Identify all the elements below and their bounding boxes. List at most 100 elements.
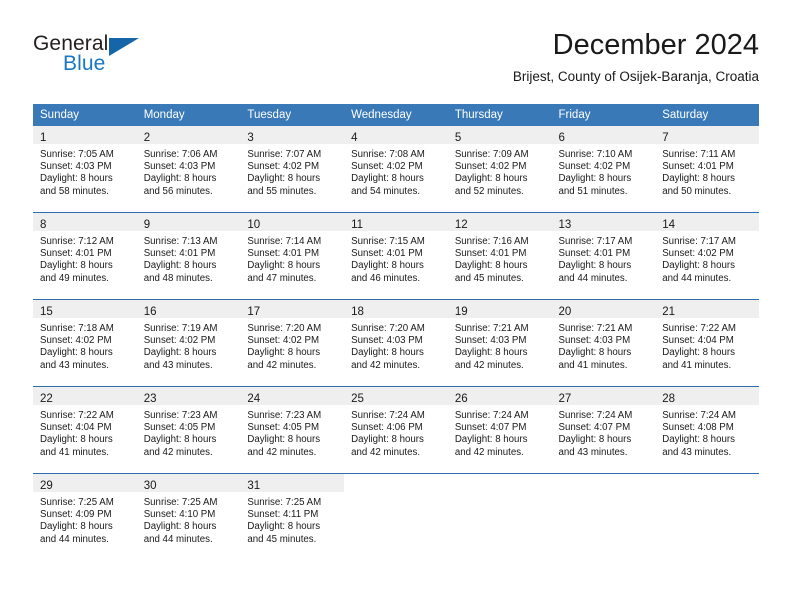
calendar-day-cell[interactable]: 8 Sunrise: 7:12 AM Sunset: 4:01 PM Dayli… (33, 212, 137, 300)
daylight-text-line1: Daylight: 8 hours (40, 347, 113, 359)
daylight-text-line2: and 58 minutes. (40, 185, 109, 197)
sunset-text: Sunset: 4:02 PM (351, 161, 423, 173)
calendar-day-cell[interactable]: 18 Sunrise: 7:20 AM Sunset: 4:03 PM Dayl… (344, 299, 448, 387)
day-number: 20 (558, 306, 572, 318)
sunset-text: Sunset: 4:04 PM (662, 335, 734, 347)
calendar-day-cell[interactable]: 21 Sunrise: 7:22 AM Sunset: 4:04 PM Dayl… (655, 299, 759, 387)
calendar-day-cell[interactable]: 15 Sunrise: 7:18 AM Sunset: 4:02 PM Dayl… (33, 299, 137, 387)
day-info: Sunrise: 7:20 AM Sunset: 4:03 PM Dayligh… (344, 318, 448, 372)
sunset-text: Sunset: 4:02 PM (40, 335, 112, 347)
sunrise-text: Sunrise: 7:23 AM (143, 410, 218, 421)
day-info: Sunrise: 7:24 AM Sunset: 4:07 PM Dayligh… (552, 405, 656, 459)
sunrise-text: Sunrise: 7:18 AM (40, 323, 114, 334)
calendar-day-cell[interactable]: 19 Sunrise: 7:21 AM Sunset: 4:03 PM Dayl… (447, 299, 552, 387)
calendar-day-cell[interactable]: 6 Sunrise: 7:10 AM Sunset: 4:02 PM Dayli… (551, 126, 656, 213)
calendar-day-cell[interactable]: 5 Sunrise: 7:09 AM Sunset: 4:02 PM Dayli… (447, 126, 552, 213)
day-number: 30 (143, 480, 157, 492)
daylight-text-line2: and 42 minutes. (247, 446, 317, 458)
calendar-day-cell[interactable]: 29 Sunrise: 7:25 AM Sunset: 4:09 PM Dayl… (33, 473, 137, 560)
daylight-text-line2: and 46 minutes. (351, 272, 421, 284)
daylight-text-line1: Daylight: 8 hours (143, 347, 217, 359)
daylight-text-line2: and 43 minutes. (662, 446, 732, 458)
day-info: Sunrise: 7:20 AM Sunset: 4:02 PM Dayligh… (240, 318, 344, 372)
daylight-text-line2: and 44 minutes. (40, 533, 109, 545)
day-number: 28 (662, 393, 676, 405)
daylight-text-line1: Daylight: 8 hours (351, 173, 424, 185)
daylight-text-line1: Daylight: 8 hours (40, 173, 113, 185)
day-info: Sunrise: 7:19 AM Sunset: 4:02 PM Dayligh… (137, 318, 241, 372)
calendar-day-cell[interactable]: 17 Sunrise: 7:20 AM Sunset: 4:02 PM Dayl… (240, 299, 345, 387)
sunrise-text: Sunrise: 7:24 AM (351, 410, 425, 421)
calendar-day-cell[interactable]: 31 Sunrise: 7:25 AM Sunset: 4:11 PM Dayl… (240, 473, 345, 560)
calendar-day-cell[interactable]: 3 Sunrise: 7:07 AM Sunset: 4:02 PM Dayli… (240, 126, 345, 213)
daylight-text-line2: and 55 minutes. (247, 185, 317, 197)
day-number: 11 (351, 219, 364, 231)
day-number: 29 (40, 480, 53, 492)
sunrise-text: Sunrise: 7:10 AM (558, 149, 633, 160)
day-number: 16 (143, 306, 157, 318)
daylight-text-line2: and 50 minutes. (662, 185, 732, 197)
sunset-text: Sunset: 4:03 PM (351, 335, 423, 347)
daylight-text-line1: Daylight: 8 hours (454, 347, 528, 359)
daylight-text-line1: Daylight: 8 hours (247, 521, 321, 533)
calendar-day-cell[interactable]: 22 Sunrise: 7:22 AM Sunset: 4:04 PM Dayl… (33, 386, 137, 474)
weekday-header-friday: Friday (551, 104, 656, 126)
calendar-day-cell[interactable]: 7 Sunrise: 7:11 AM Sunset: 4:01 PM Dayli… (655, 126, 759, 213)
week-row: 29 Sunrise: 7:25 AM Sunset: 4:09 PM Dayl… (33, 473, 759, 560)
sunset-text: Sunset: 4:10 PM (143, 509, 216, 521)
calendar-day-cell[interactable]: 11 Sunrise: 7:15 AM Sunset: 4:01 PM Dayl… (344, 212, 448, 300)
calendar-day-cell[interactable]: 4 Sunrise: 7:08 AM Sunset: 4:02 PM Dayli… (344, 126, 448, 213)
calendar-day-cell[interactable]: 10 Sunrise: 7:14 AM Sunset: 4:01 PM Dayl… (240, 212, 345, 300)
calendar-day-cell[interactable]: 13 Sunrise: 7:17 AM Sunset: 4:01 PM Dayl… (551, 212, 656, 300)
weekday-header-sunday: Sunday (33, 104, 137, 126)
sunrise-text: Sunrise: 7:05 AM (40, 149, 114, 160)
brand-logo[interactable]: General Blue (33, 32, 273, 88)
calendar-day-cell[interactable]: 24 Sunrise: 7:23 AM Sunset: 4:05 PM Dayl… (240, 386, 345, 474)
daylight-text-line2: and 45 minutes. (247, 533, 317, 545)
day-number: 31 (247, 480, 261, 492)
calendar-day-cell[interactable]: 2 Sunrise: 7:06 AM Sunset: 4:03 PM Dayli… (136, 126, 241, 213)
calendar-day-cell[interactable]: 25 Sunrise: 7:24 AM Sunset: 4:06 PM Dayl… (344, 386, 448, 474)
calendar-day-cell[interactable]: 12 Sunrise: 7:16 AM Sunset: 4:01 PM Dayl… (447, 212, 552, 300)
sunset-text: Sunset: 4:06 PM (351, 422, 423, 434)
day-number: 24 (247, 393, 261, 405)
day-info: Sunrise: 7:18 AM Sunset: 4:02 PM Dayligh… (33, 318, 137, 372)
day-number: 7 (662, 132, 669, 144)
calendar-day-cell[interactable]: 30 Sunrise: 7:25 AM Sunset: 4:10 PM Dayl… (136, 473, 241, 560)
day-info: Sunrise: 7:12 AM Sunset: 4:01 PM Dayligh… (33, 231, 137, 285)
weekday-header-row: Sunday Monday Tuesday Wednesday Thursday… (33, 104, 759, 126)
sunrise-text: Sunrise: 7:14 AM (247, 236, 322, 247)
sunset-text: Sunset: 4:11 PM (247, 509, 319, 521)
sunset-text: Sunset: 4:02 PM (454, 161, 527, 173)
day-info: Sunrise: 7:17 AM Sunset: 4:01 PM Dayligh… (552, 231, 656, 285)
day-number: 1 (40, 132, 47, 144)
daylight-text-line1: Daylight: 8 hours (454, 260, 528, 272)
sunrise-text: Sunrise: 7:22 AM (662, 323, 736, 334)
sunrise-text: Sunrise: 7:20 AM (247, 323, 322, 334)
daylight-text-line2: and 56 minutes. (143, 185, 213, 197)
calendar-day-cell[interactable]: 14 Sunrise: 7:17 AM Sunset: 4:02 PM Dayl… (655, 212, 759, 300)
day-number: 2 (143, 132, 151, 144)
calendar-day-cell[interactable]: 16 Sunrise: 7:19 AM Sunset: 4:02 PM Dayl… (136, 299, 241, 387)
weekday-header-tuesday: Tuesday (240, 104, 345, 126)
calendar-day-cell[interactable]: 23 Sunrise: 7:23 AM Sunset: 4:05 PM Dayl… (136, 386, 241, 474)
calendar-day-cell[interactable]: 20 Sunrise: 7:21 AM Sunset: 4:03 PM Dayl… (551, 299, 656, 387)
calendar-day-cell[interactable]: 9 Sunrise: 7:13 AM Sunset: 4:01 PM Dayli… (136, 212, 241, 300)
sunset-text: Sunset: 4:07 PM (454, 422, 527, 434)
day-info: Sunrise: 7:25 AM Sunset: 4:10 PM Dayligh… (137, 492, 241, 546)
daylight-text-line2: and 42 minutes. (351, 446, 421, 458)
day-number: 27 (558, 393, 572, 405)
daylight-text-line1: Daylight: 8 hours (662, 347, 735, 359)
daylight-text-line1: Daylight: 8 hours (247, 260, 321, 272)
calendar-day-cell[interactable]: 26 Sunrise: 7:24 AM Sunset: 4:07 PM Dayl… (447, 386, 552, 474)
sunrise-text: Sunrise: 7:19 AM (143, 323, 218, 334)
weekday-header-thursday: Thursday (447, 104, 552, 126)
day-number: 17 (247, 306, 261, 318)
daylight-text-line2: and 41 minutes. (662, 359, 732, 371)
calendar-day-cell[interactable]: 27 Sunrise: 7:24 AM Sunset: 4:07 PM Dayl… (551, 386, 656, 474)
daylight-text-line1: Daylight: 8 hours (662, 173, 735, 185)
calendar-day-cell[interactable]: 28 Sunrise: 7:24 AM Sunset: 4:08 PM Dayl… (655, 386, 759, 474)
daylight-text-line2: and 54 minutes. (351, 185, 421, 197)
sunrise-text: Sunrise: 7:21 AM (558, 323, 633, 334)
calendar-day-cell[interactable]: 1 Sunrise: 7:05 AM Sunset: 4:03 PM Dayli… (33, 126, 137, 213)
